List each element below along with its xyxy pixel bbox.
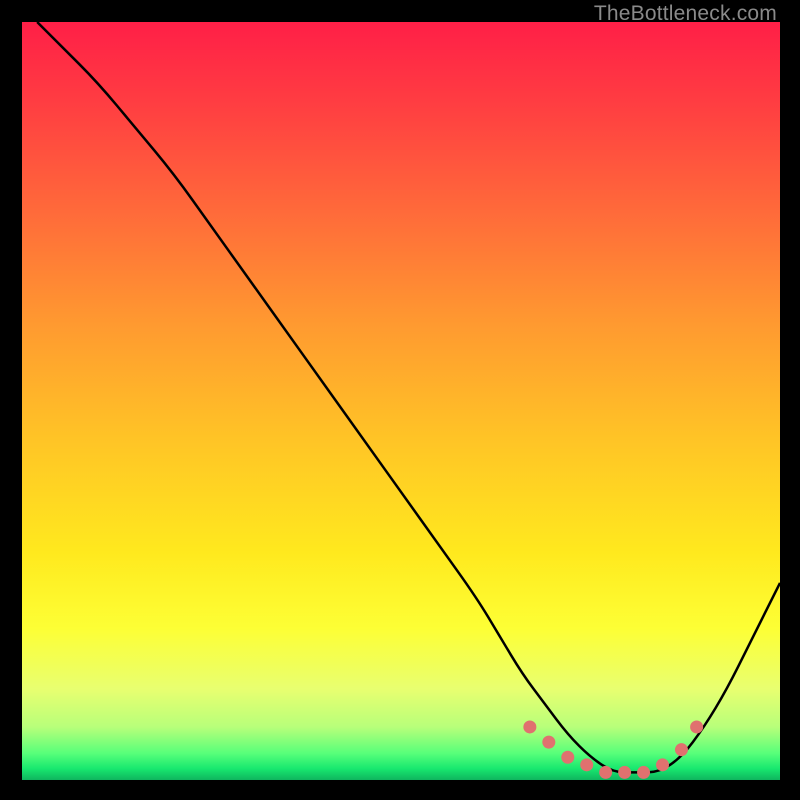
chart-svg [22,22,780,780]
optimal-dot [656,758,669,771]
gradient-background [22,22,780,780]
optimal-dot [580,758,593,771]
optimal-dot [561,751,574,764]
optimal-dot [618,766,631,779]
optimal-dot [637,766,650,779]
optimal-dot [690,720,703,733]
optimal-dot [523,720,536,733]
optimal-dot [599,766,612,779]
chart-frame [22,22,780,780]
optimal-dot [542,736,555,749]
optimal-dot [675,743,688,756]
